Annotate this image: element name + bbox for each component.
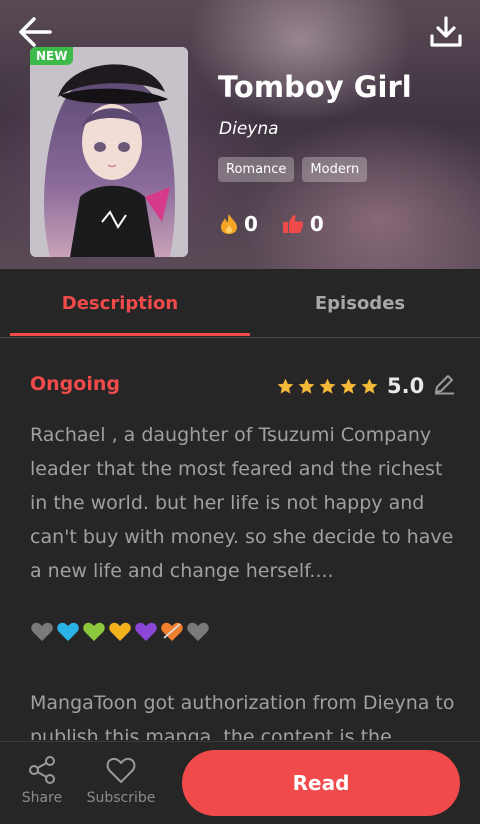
share-label: Share (21, 790, 63, 806)
heart-icon (31, 622, 53, 641)
subscribe-button[interactable]: Subscribe (86, 754, 156, 806)
cover-illustration (30, 47, 188, 257)
rating-value: 5.0 (387, 374, 425, 398)
book-header: NEW Tomboy Girl Dieyna Romance Modern 0 … (0, 0, 480, 269)
genre-tags: Romance Modern (218, 157, 368, 182)
tag-romance[interactable]: Romance (218, 157, 295, 182)
tab-episodes[interactable]: Episodes (240, 269, 480, 337)
book-stats: 0 0 (220, 212, 348, 236)
authorization-text: MangaToon got authorization from Dieyna … (30, 692, 455, 740)
heart-icon (135, 622, 157, 641)
star-icon (277, 378, 294, 394)
star-icon (361, 378, 378, 394)
heart-icon (57, 622, 79, 641)
flame-icon (221, 214, 237, 234)
share-button[interactable]: Share (7, 754, 77, 806)
hot-count: 0 (244, 212, 258, 236)
bottom-action-bar: Share Subscribe Read (0, 741, 480, 824)
heart-icon (83, 622, 105, 641)
like-count: 0 (309, 212, 324, 236)
star-icon (319, 378, 336, 394)
hearts-row (30, 620, 210, 642)
read-button[interactable]: Read (182, 750, 460, 816)
edit-rating-icon[interactable] (432, 372, 456, 400)
status-label: Ongoing (30, 373, 120, 395)
new-badge: NEW (30, 47, 74, 65)
rating: 5.0 (276, 372, 456, 400)
star-icon (298, 378, 315, 394)
book-title: Tomboy Girl (218, 70, 412, 104)
subscribe-label: Subscribe (86, 790, 156, 806)
hot-stat: 0 (220, 212, 258, 236)
thumbs-up-icon (282, 215, 304, 233)
download-icon[interactable] (426, 12, 466, 52)
rating-stars (276, 377, 379, 396)
heart-icon (187, 622, 209, 641)
tag-modern[interactable]: Modern (302, 157, 368, 182)
active-tab-indicator (10, 333, 250, 336)
back-arrow-icon[interactable] (14, 12, 54, 52)
author-name[interactable]: Dieyna (219, 119, 279, 139)
heart-icon (109, 622, 131, 641)
description-panel: Ongoing 5.0 Rachael , a daughter of Tsuz… (0, 338, 480, 740)
arrow-heart-icon (161, 622, 183, 641)
share-icon (29, 756, 55, 784)
description-text: Rachael , a daughter of Tsuzumi Company … (30, 424, 454, 582)
book-cover[interactable]: NEW (30, 47, 188, 257)
heart-outline-icon (106, 757, 136, 783)
like-stat[interactable]: 0 (282, 212, 324, 236)
tab-description[interactable]: Description (0, 269, 240, 337)
star-icon (340, 378, 357, 394)
detail-tabs: Description Episodes (0, 269, 480, 338)
